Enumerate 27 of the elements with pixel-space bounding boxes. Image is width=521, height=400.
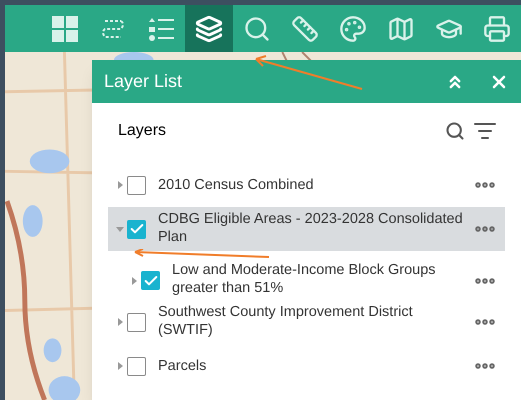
toolbar-button[interactable] — [185, 5, 233, 52]
panel-title: Layer List — [104, 70, 182, 93]
search-icon[interactable] — [445, 121, 465, 141]
checkbox[interactable] — [127, 220, 146, 238]
ruler-icon — [291, 14, 319, 42]
map-icon — [387, 14, 415, 42]
grid-icon — [51, 14, 79, 42]
selected-layer-row[interactable]: CDBG Eligible Areas - 2023-2028 Consolidated Plan — [108, 207, 505, 251]
checkbox[interactable] — [127, 356, 146, 376]
layer-name: Low and Moderate-Income Block Groups greater than 51% — [172, 261, 437, 297]
layers-icon — [195, 14, 223, 42]
layer-name: CDBG Eligible Areas - 2023-2028 Consolidated Plan — [158, 210, 464, 246]
expand-caret-icon[interactable] — [130, 276, 138, 284]
expand-caret-icon[interactable] — [116, 181, 124, 189]
collapse-caret-icon[interactable] — [116, 225, 124, 233]
expand-caret-icon[interactable] — [116, 362, 124, 370]
checkbox[interactable] — [141, 271, 160, 290]
expand-caret-icon[interactable] — [116, 318, 124, 326]
checkbox[interactable] — [127, 176, 146, 194]
printer-icon — [483, 14, 511, 42]
checkbox[interactable] — [127, 312, 146, 332]
search-icon — [243, 14, 271, 42]
section-heading: Layers — [118, 121, 168, 141]
layer-name: 2010 Census Combined — [158, 176, 314, 194]
palette-icon — [339, 14, 367, 42]
layer-name: Southwest County Improvement District (SWTIF) — [158, 302, 414, 338]
layer-name: Parcels — [158, 357, 206, 375]
